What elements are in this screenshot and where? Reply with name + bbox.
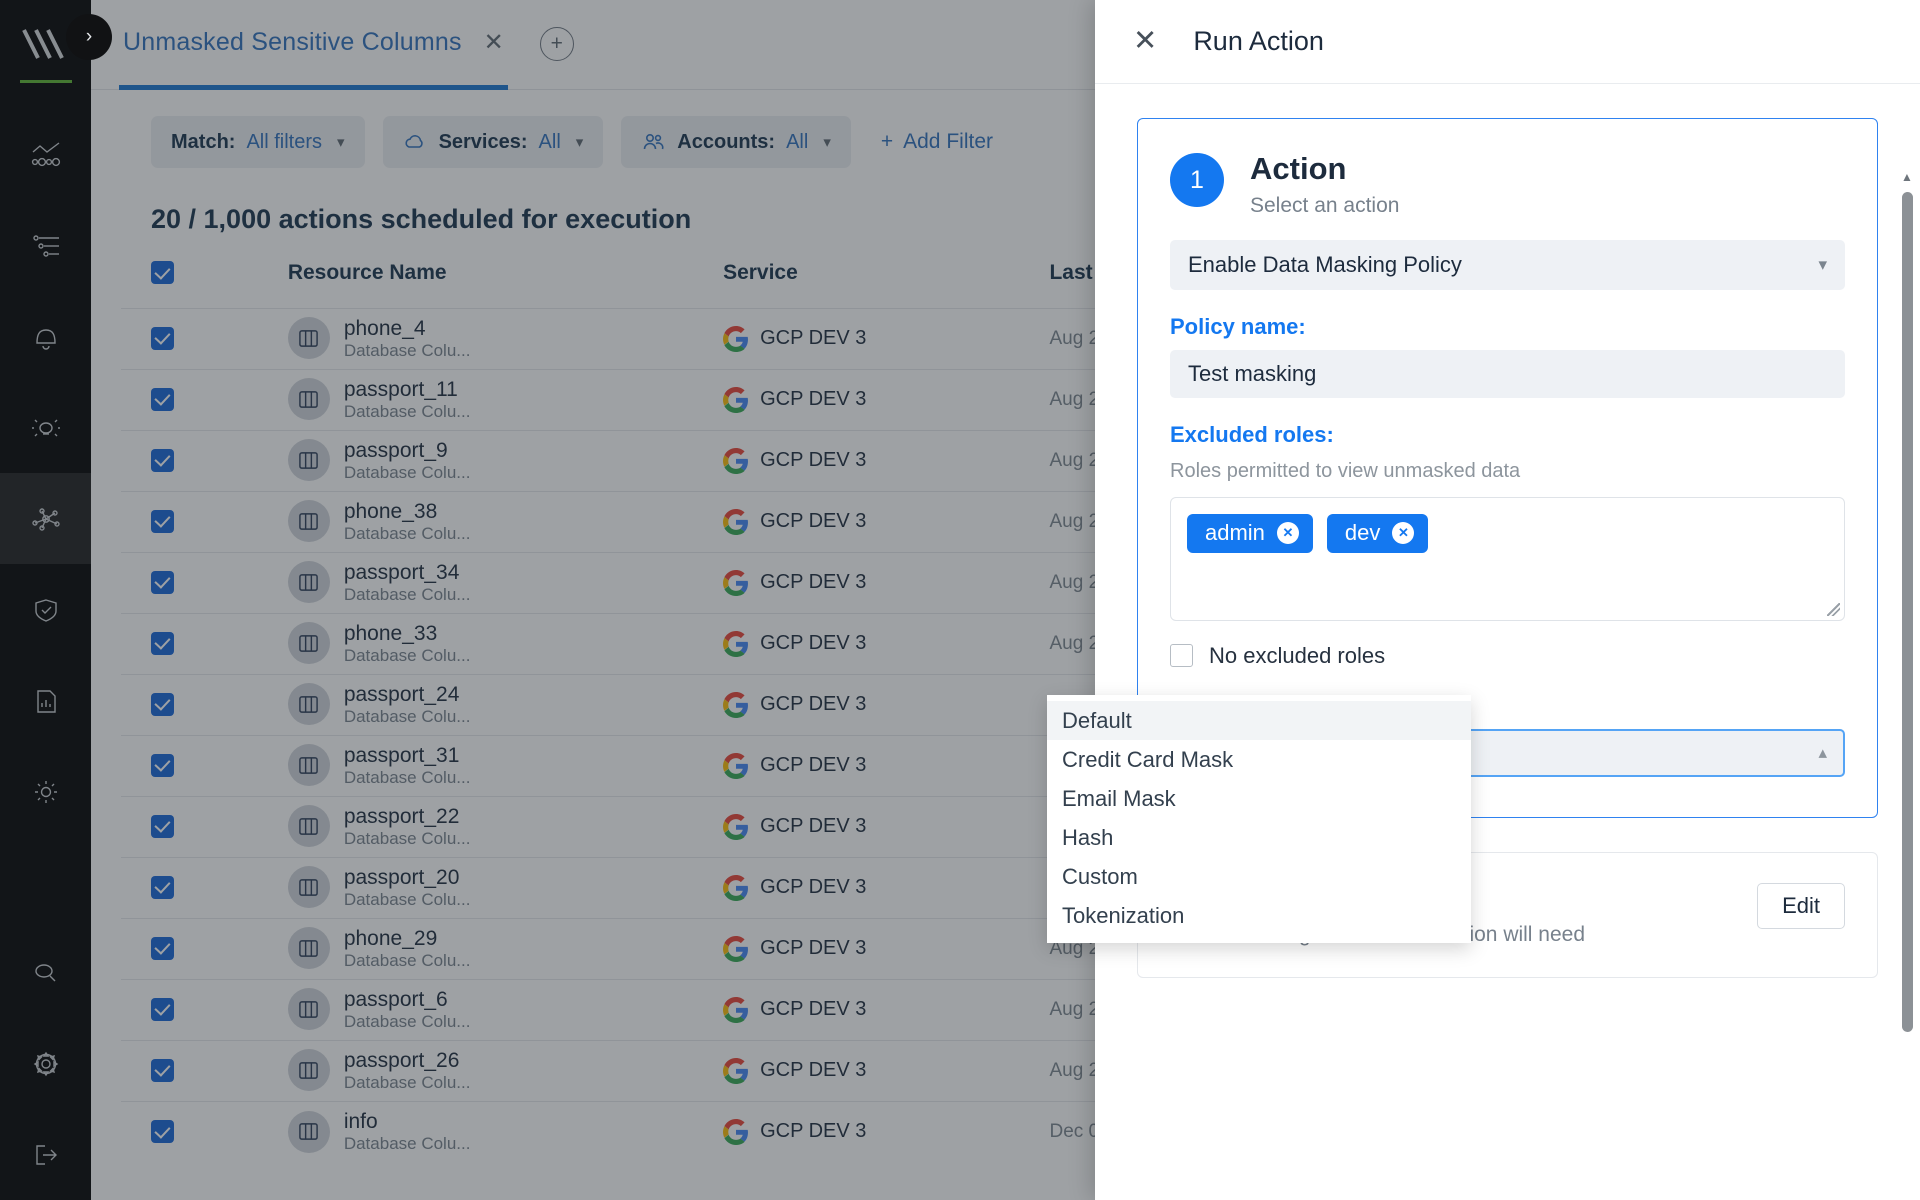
drawer-header: ✕ Run Action — [1095, 0, 1920, 84]
no-excluded-roles-label: No excluded roles — [1209, 642, 1386, 668]
close-icon[interactable]: ✕ — [1133, 27, 1157, 56]
excluded-roles-input[interactable]: admin ✕ dev ✕ — [1170, 496, 1845, 621]
masking-method-option[interactable]: Default — [1047, 701, 1471, 740]
scroll-thumb[interactable] — [1902, 192, 1913, 1032]
role-chip[interactable]: dev ✕ — [1326, 513, 1429, 553]
scroll-up-arrow-icon[interactable]: ▲ — [1900, 170, 1914, 184]
role-chip[interactable]: admin ✕ — [1187, 513, 1313, 553]
action-select[interactable]: Enable Data Masking Policy ▾ — [1170, 239, 1845, 290]
step-1-header: 1 Action Select an action — [1170, 151, 1845, 218]
app-root: › Unmasked Sensitive Columns ✕ + Match: … — [0, 0, 1920, 1200]
action-select-value: Enable Data Masking Policy — [1188, 251, 1462, 277]
no-excluded-roles-row[interactable]: No excluded roles — [1170, 643, 1845, 669]
role-chip-label: dev — [1344, 520, 1381, 546]
no-excluded-roles-checkbox[interactable] — [1170, 644, 1193, 668]
chevron-right-icon: › — [85, 26, 93, 47]
modal-overlay[interactable] — [0, 0, 1095, 1200]
policy-name-label: Policy name: — [1170, 313, 1306, 339]
masking-method-option[interactable]: Hash — [1047, 818, 1471, 857]
masking-method-option[interactable]: Custom — [1047, 857, 1471, 896]
excluded-roles-helper: Roles permitted to view unmasked data — [1170, 459, 1521, 482]
masking-method-option[interactable]: Credit Card Mask — [1047, 740, 1471, 779]
run-action-drawer: ✕ Run Action 1 Action Select an action E… — [1095, 0, 1920, 1200]
policy-name-input[interactable]: Test masking — [1170, 349, 1845, 398]
chevron-up-icon: ▴ — [1818, 742, 1827, 762]
masking-method-option[interactable]: Tokenization — [1047, 896, 1471, 935]
role-chip-label: admin — [1205, 520, 1265, 546]
chevron-down-icon: ▾ — [1818, 254, 1827, 274]
remove-role-icon[interactable]: ✕ — [1392, 522, 1415, 545]
masking-method-dropdown[interactable]: Default Credit Card Mask Email Mask Hash Cus… — [1047, 695, 1471, 943]
drawer-body: 1 Action Select an action Enable Data Ma… — [1095, 84, 1920, 1200]
drawer-title: Run Action — [1193, 26, 1324, 56]
policy-name-value: Test masking — [1188, 360, 1317, 386]
step-1-title: Action — [1250, 151, 1347, 186]
action-select-field: Enable Data Masking Policy ▾ — [1170, 239, 1845, 290]
drawer-scrollbar[interactable]: ▲ ▼ — [1900, 170, 1914, 1200]
excluded-roles-label: Excluded roles: — [1170, 421, 1334, 447]
step-1-badge: 1 — [1170, 153, 1224, 207]
sidebar-collapse-button[interactable]: › — [66, 14, 112, 60]
remove-role-icon[interactable]: ✕ — [1276, 522, 1299, 545]
step-1-subtitle: Select an action — [1250, 193, 1400, 217]
masking-method-option[interactable]: Email Mask — [1047, 779, 1471, 818]
edit-schedule-button[interactable]: Edit — [1757, 882, 1845, 929]
